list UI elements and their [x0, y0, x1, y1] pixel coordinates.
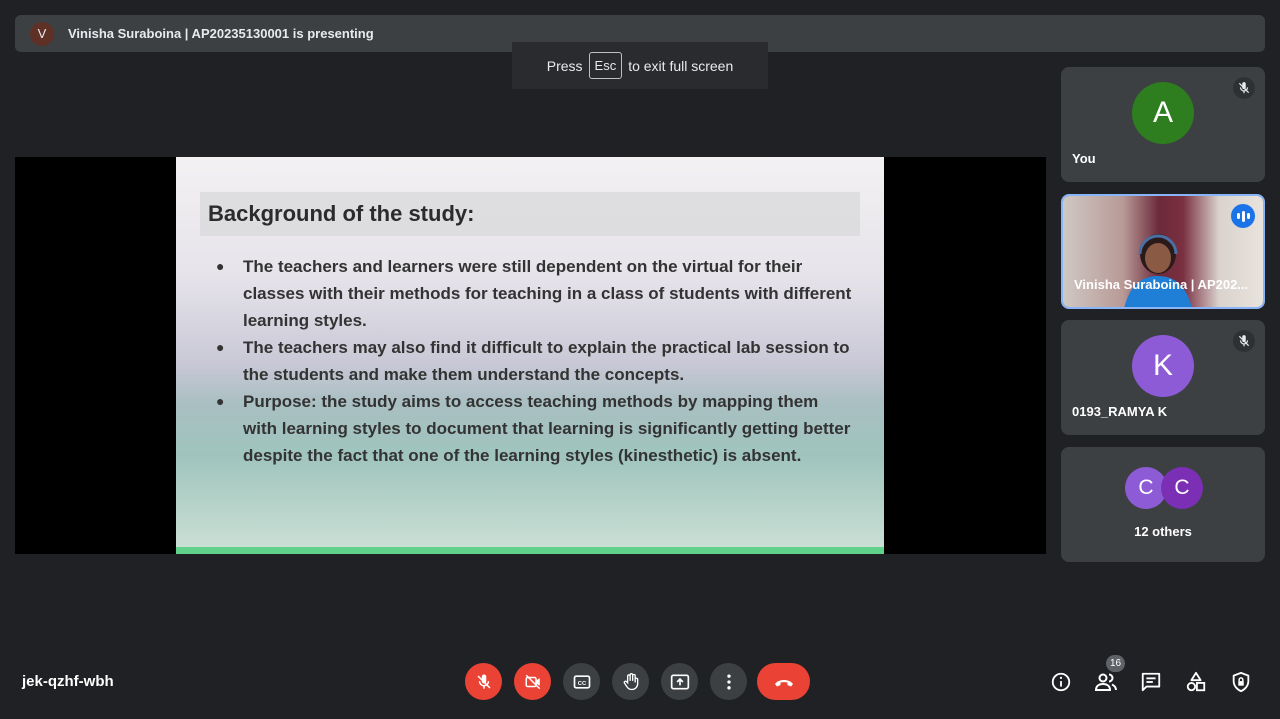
captions-icon: CC	[573, 674, 590, 689]
slide-bullet-text: The teachers and learners were still dep…	[243, 257, 852, 330]
participant-tile-presenter[interactable]: Vinisha Suraboina | AP202...	[1061, 194, 1265, 309]
captions-button[interactable]: CC	[563, 663, 600, 700]
slide-bullet: ● The teachers and learners were still de…	[212, 253, 852, 334]
slide-bullet-list: ● The teachers and learners were still de…	[212, 253, 852, 469]
slide-title-box: Background of the study:	[200, 192, 860, 236]
presentation-slide: Background of the study: ● The teachers a…	[176, 157, 884, 554]
raise-hand-icon	[623, 672, 638, 690]
participant-tile-you[interactable]: A You	[1061, 67, 1265, 182]
mic-toggle-button[interactable]	[465, 663, 502, 700]
activities-button[interactable]	[1182, 668, 1210, 696]
camera-toggle-button[interactable]	[514, 663, 551, 700]
others-avatars: C C	[1125, 467, 1205, 511]
participant-tile-others[interactable]: C C 12 others	[1061, 447, 1265, 562]
more-options-icon	[726, 674, 731, 689]
more-options-button[interactable]	[710, 663, 747, 700]
toast-rest-text: to exit full screen	[628, 57, 734, 74]
info-icon	[1051, 672, 1071, 692]
chat-button[interactable]	[1137, 668, 1165, 696]
activities-icon	[1186, 671, 1206, 692]
mic-off-icon	[1233, 330, 1255, 352]
avatar: K	[1132, 335, 1194, 397]
mic-off-icon	[1233, 77, 1255, 99]
participant-video-person	[1124, 234, 1192, 307]
meeting-code: jek-qzhf-wbh	[22, 673, 114, 690]
host-controls-button[interactable]	[1227, 668, 1255, 696]
slide-bullet: ● Purpose: the study aims to access teach…	[212, 388, 852, 469]
host-controls-icon	[1232, 671, 1250, 693]
meeting-info-button[interactable]	[1047, 668, 1075, 696]
others-count-label: 12 others	[1134, 524, 1192, 539]
svg-text:CC: CC	[577, 680, 586, 686]
slide-bullet: ● The teachers may also find it difficult…	[212, 334, 852, 388]
participant-name: You	[1072, 151, 1096, 166]
toast-press-text: Press	[546, 57, 583, 74]
bullet-dot-icon: ●	[216, 393, 225, 409]
avatar: A	[1132, 82, 1194, 144]
present-icon	[670, 674, 689, 689]
participant-name: 0193_RAMYA K	[1072, 404, 1168, 419]
people-button[interactable]	[1092, 668, 1120, 696]
chat-icon	[1141, 672, 1161, 692]
participant-tile-ramya[interactable]: K 0193_RAMYA K	[1061, 320, 1265, 435]
slide-bullet-text: The teachers may also find it difficult …	[243, 338, 850, 384]
esc-key-hint: Esc	[588, 52, 623, 79]
slide-title: Background of the study:	[208, 201, 475, 226]
presenter-avatar: V	[30, 21, 54, 46]
end-call-button[interactable]	[757, 663, 810, 700]
presentation-stage: Background of the study: ● The teachers a…	[15, 157, 1046, 554]
presenter-status-text: Vinisha Suraboina | AP20235130001 is pre…	[68, 26, 374, 41]
fullscreen-toast: Press Esc to exit full screen	[512, 42, 768, 89]
people-icon	[1094, 673, 1117, 691]
slide-bullet-text: Purpose: the study aims to access teachi…	[243, 392, 851, 465]
camera-off-icon	[525, 674, 540, 689]
avatar: C	[1161, 467, 1203, 509]
end-call-icon	[774, 679, 793, 686]
raise-hand-button[interactable]	[612, 663, 649, 700]
bullet-dot-icon: ●	[216, 258, 225, 274]
bullet-dot-icon: ●	[216, 339, 225, 355]
participant-name: Vinisha Suraboina | AP202...	[1074, 277, 1249, 292]
mic-off-icon	[476, 674, 491, 689]
speaking-indicator-icon	[1231, 204, 1255, 228]
present-now-button[interactable]	[661, 663, 698, 700]
participant-count-badge: 16	[1106, 655, 1125, 672]
